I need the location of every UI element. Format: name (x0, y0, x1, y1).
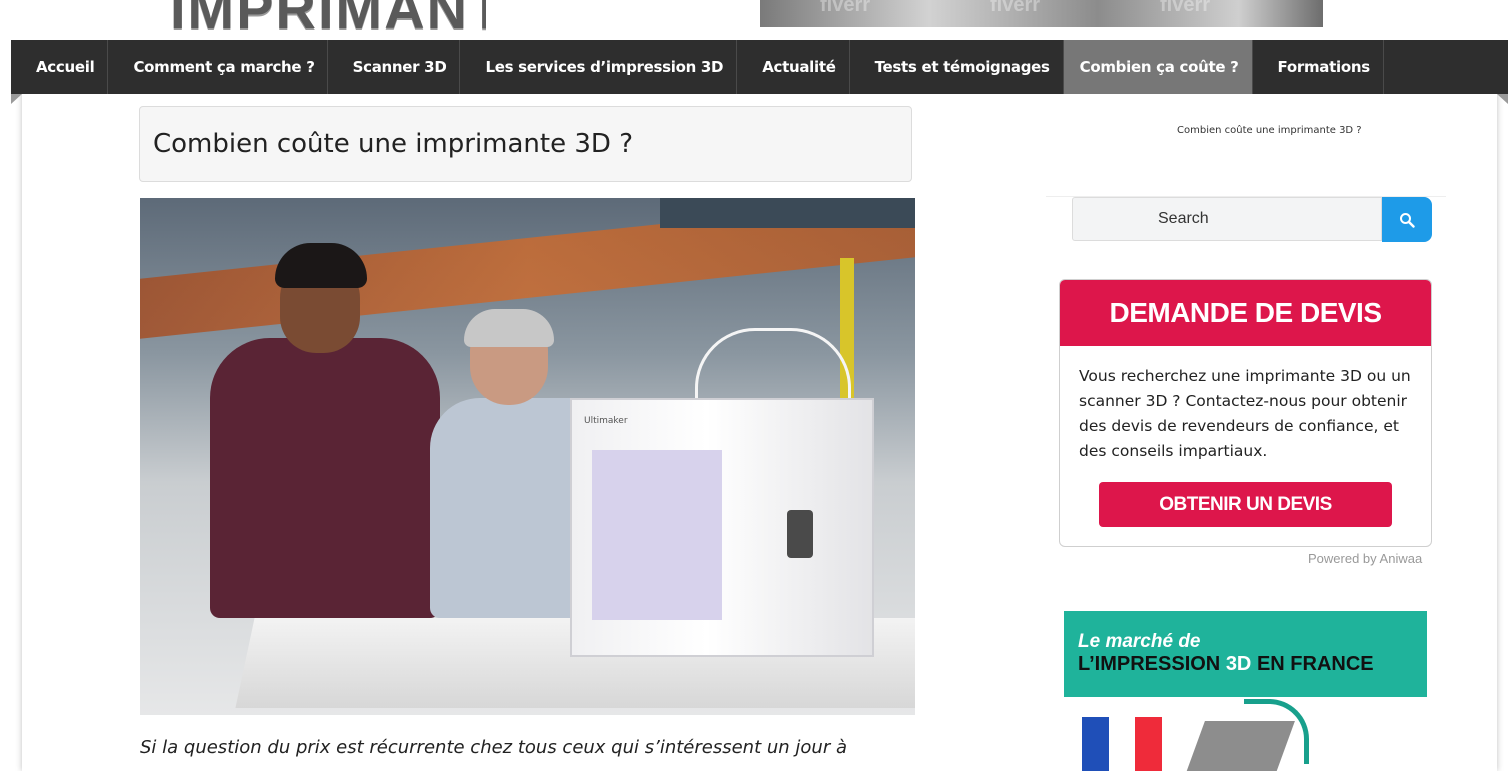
robot-sticker-icon (787, 510, 813, 558)
article-hero-image: Ultimaker (140, 198, 915, 715)
banner-watermark: fiverr (1160, 0, 1211, 16)
nav-item-accueil[interactable]: Accueil (11, 40, 109, 94)
hero-person-hair (275, 243, 367, 288)
hero-ceiling (660, 198, 915, 228)
main-nav: Accueil Comment ça marche ? Scanner 3D L… (11, 40, 1508, 94)
logo-text: IMPRIMANTE 3D (170, 0, 486, 40)
article-title-box: Combien coûte une imprimante 3D ? (139, 106, 912, 182)
french-flag-icon (1082, 717, 1163, 771)
hero-person-hair (464, 309, 554, 347)
search-icon (1400, 212, 1415, 228)
printer-window (592, 450, 722, 620)
article-title: Combien coûte une imprimante 3D ? (153, 129, 633, 159)
nav-ribbon-corner (11, 94, 22, 104)
nav-item-actualite[interactable]: Actualité (737, 40, 850, 94)
powered-by-link[interactable]: Powered by Aniwaa (1308, 551, 1422, 566)
promo-printer-illustration (1183, 721, 1295, 771)
promo-title-line2: L’IMPRESSION 3D EN FRANCE (1078, 653, 1374, 676)
nav-item-combien-ca-coute[interactable]: Combien ça coûte ? (1063, 40, 1253, 94)
nav-item-formations[interactable]: Formations (1253, 40, 1384, 94)
article-intro-paragraph: Si la question du prix est récurrente ch… (140, 737, 847, 758)
nav-item-scanner-3d[interactable]: Scanner 3D (328, 40, 461, 94)
hero-person-body (210, 338, 440, 618)
promo-banner[interactable]: Le marché de L’IMPRESSION 3D EN FRANCE (1064, 611, 1427, 771)
nav-ribbon-corner (1497, 94, 1508, 104)
site-header: IMPRIMANTE 3D fiverr fiverr fiverr (0, 0, 1512, 40)
banner-ad[interactable]: fiverr fiverr fiverr (760, 0, 1323, 27)
search-button[interactable] (1382, 197, 1432, 242)
promo-title-part: EN FRANCE (1251, 653, 1374, 675)
promo-title-part: L’IMPRESSION (1078, 653, 1226, 675)
quote-request-description: Vous recherchez une imprimante 3D ou un … (1079, 367, 1411, 460)
promo-title-line1: Le marché de (1078, 631, 1201, 652)
banner-watermark: fiverr (990, 0, 1041, 16)
hero-printer: Ultimaker (570, 398, 874, 657)
printer-brand-label: Ultimaker (584, 416, 628, 426)
site-logo[interactable]: IMPRIMANTE 3D (170, 0, 486, 40)
promo-title-highlight: 3D (1225, 653, 1252, 675)
nav-item-tests-temoignages[interactable]: Tests et témoignages (850, 40, 1064, 94)
quote-request-heading: DEMANDE DE DEVIS (1060, 280, 1431, 346)
banner-watermark: fiverr (820, 0, 871, 16)
quote-request-widget: DEMANDE DE DEVIS Vous recherchez une imp… (1059, 279, 1432, 547)
search-input[interactable] (1072, 197, 1382, 241)
nav-item-services-impression[interactable]: Les services d’impression 3D (460, 40, 738, 94)
get-quote-button[interactable]: OBTENIR UN DEVIS (1099, 482, 1392, 527)
nav-item-comment-ca-marche[interactable]: Comment ça marche ? (108, 40, 328, 94)
breadcrumb[interactable]: Combien coûte une imprimante 3D ? (1177, 125, 1362, 136)
